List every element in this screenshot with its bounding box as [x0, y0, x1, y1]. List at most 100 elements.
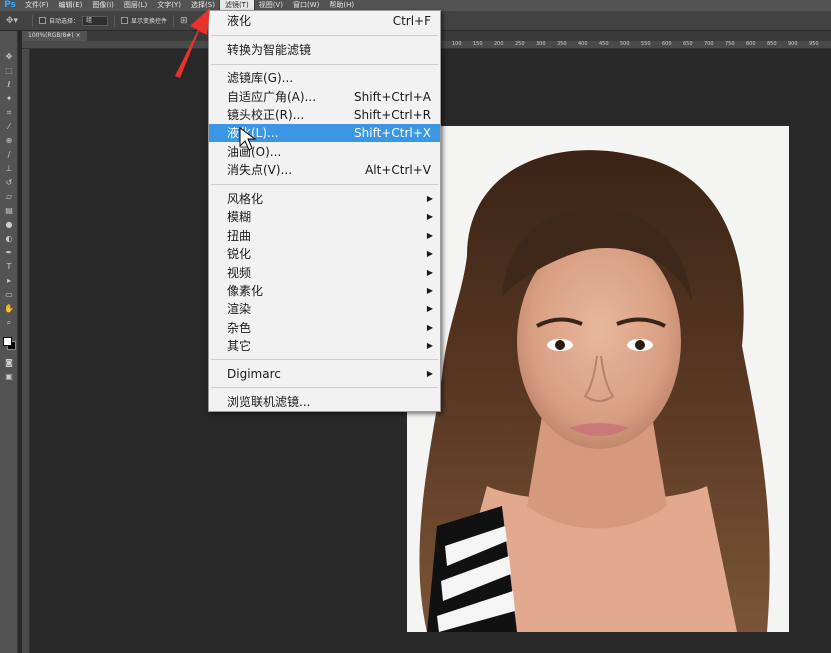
menu-item-noise[interactable]: 杂色 ▶	[209, 319, 440, 337]
options-divider	[173, 14, 175, 27]
healing-brush-icon[interactable]: ⊕	[3, 135, 15, 147]
menu-edit[interactable]: 编辑(E)	[54, 0, 88, 11]
move-tool-preset-icon[interactable]: ✥▾	[6, 15, 26, 27]
screen-mode-icon[interactable]: ▣	[3, 371, 15, 383]
ruler-tick-label: 500	[620, 41, 630, 47]
brush-tool-icon[interactable]: ∕	[3, 149, 15, 161]
document-tab[interactable]: 100%(RGB/8#) ×	[22, 31, 87, 41]
menu-file[interactable]: 文件(F)	[20, 0, 54, 11]
submenu-arrow-icon: ▶	[426, 323, 433, 332]
menu-item-oil-paint[interactable]: 油画(O)...	[209, 143, 440, 161]
menu-item-sharpen[interactable]: 锐化 ▶	[209, 245, 440, 263]
dodge-tool-icon[interactable]: ◐	[3, 233, 15, 245]
path-selection-icon[interactable]: ▸	[3, 275, 15, 287]
menu-item-stylize[interactable]: 风格化 ▶	[209, 190, 440, 208]
menu-separator	[211, 64, 438, 65]
history-brush-icon[interactable]: ↺	[3, 177, 15, 189]
ruler-tick-label: 750	[725, 41, 735, 47]
show-transform-checkbox[interactable]	[121, 17, 129, 24]
marquee-tool-icon[interactable]: ⬚	[3, 65, 15, 77]
submenu-arrow-icon: ▶	[426, 194, 433, 203]
eraser-icon[interactable]: ▱	[3, 191, 15, 203]
menu-type[interactable]: 文字(Y)	[152, 0, 186, 11]
menu-item-distort[interactable]: 扭曲 ▶	[209, 227, 440, 245]
show-transform-group: 显示变换控件	[121, 16, 167, 25]
auto-select-group: 自动选择： 组	[39, 15, 109, 26]
ruler-tick-label: 100	[452, 41, 462, 47]
menu-layer[interactable]: 图层(L)	[119, 0, 152, 11]
ruler-tick-label: 450	[599, 41, 609, 47]
menu-separator	[211, 35, 438, 36]
lasso-tool-icon[interactable]: ℓ	[3, 79, 15, 91]
move-tool-icon[interactable]: ✥	[3, 51, 15, 63]
menu-item-liquify[interactable]: 液化(L)... Shift+Ctrl+X	[209, 124, 440, 142]
auto-select-checkbox[interactable]	[39, 17, 46, 24]
ruler-tick-label: 550	[641, 41, 651, 47]
ruler-tick-label: 950	[809, 41, 819, 47]
ruler-tick-label: 400	[578, 41, 588, 47]
menu-item-video[interactable]: 视频 ▶	[209, 264, 440, 282]
gradient-tool-icon[interactable]: ▤	[3, 205, 15, 217]
ruler-tick-label: 650	[683, 41, 693, 47]
vertical-ruler	[22, 49, 30, 653]
menu-image[interactable]: 图像(I)	[87, 0, 119, 11]
options-divider	[114, 14, 116, 27]
align-icon[interactable]: ⊞	[180, 15, 194, 27]
ps-logo: Ps	[4, 0, 16, 10]
ruler-tick-label: 250	[515, 41, 525, 47]
menu-separator	[211, 184, 438, 185]
submenu-arrow-icon: ▶	[426, 268, 433, 277]
foreground-color-swatch[interactable]	[3, 337, 12, 346]
ruler-tick-label: 150	[473, 41, 483, 47]
options-divider	[32, 14, 33, 27]
menu-item-adaptive-wide-angle[interactable]: 自适应广角(A)... Shift+Ctrl+A	[209, 88, 440, 106]
menu-item-vanishing-point[interactable]: 消失点(V)... Alt+Ctrl+V	[209, 161, 440, 179]
rectangle-tool-icon[interactable]: ▭	[3, 289, 15, 301]
type-tool-icon[interactable]: T	[3, 261, 15, 273]
menu-item-other[interactable]: 其它 ▶	[209, 337, 440, 355]
submenu-arrow-icon: ▶	[426, 249, 433, 258]
pen-tool-icon[interactable]: ✒	[3, 247, 15, 259]
portrait-image	[407, 126, 789, 632]
menu-item-filter-gallery[interactable]: 滤镜库(G)...	[209, 69, 440, 87]
menu-item-digimarc[interactable]: Digimarc ▶	[209, 365, 440, 383]
submenu-arrow-icon: ▶	[426, 212, 433, 221]
menu-item-convert-smart-filter[interactable]: 转换为智能滤镜	[209, 41, 440, 59]
menu-item-pixelate[interactable]: 像素化 ▶	[209, 282, 440, 300]
menu-item-render[interactable]: 渲染 ▶	[209, 300, 440, 318]
magic-wand-icon[interactable]: ✦	[3, 93, 15, 105]
clone-stamp-icon[interactable]: ⊥	[3, 163, 15, 175]
menu-item-blur[interactable]: 模糊 ▶	[209, 208, 440, 226]
tools-panel: ✥ ⬚ ℓ ✦ ⌗ ⁄ ⊕ ∕ ⊥ ↺ ▱ ▤ ● ◐ ✒ T ▸ ▭ ✋ ⌕ …	[0, 31, 18, 653]
ruler-tick-label: 700	[704, 41, 714, 47]
crop-tool-icon[interactable]: ⌗	[3, 107, 15, 119]
submenu-arrow-icon: ▶	[426, 231, 433, 240]
menu-separator	[211, 359, 438, 360]
menu-item-last-filter-liquify[interactable]: 液化 Ctrl+F	[209, 12, 440, 30]
submenu-arrow-icon: ▶	[426, 286, 433, 295]
zoom-tool-icon[interactable]: ⌕	[3, 317, 15, 329]
ruler-tick-label: 800	[746, 41, 756, 47]
auto-select-dropdown[interactable]: 组	[82, 15, 109, 26]
ruler-tick-label: 200	[494, 41, 504, 47]
ruler-tick-label: 900	[788, 41, 798, 47]
submenu-arrow-icon: ▶	[426, 369, 433, 378]
auto-select-label: 自动选择：	[49, 18, 80, 25]
quick-mask-icon[interactable]: ◙	[3, 357, 15, 369]
ruler-tick-label: 600	[662, 41, 672, 47]
blur-tool-icon[interactable]: ●	[3, 219, 15, 231]
menu-separator	[211, 387, 438, 388]
filter-menu-dropdown: 液化 Ctrl+F 转换为智能滤镜 滤镜库(G)... 自适应广角(A)... Sh…	[208, 10, 441, 412]
portrait-photo	[407, 126, 789, 632]
submenu-arrow-icon: ▶	[426, 304, 433, 313]
ruler-tick-label: 850	[767, 41, 777, 47]
eyedropper-icon[interactable]: ⁄	[3, 121, 15, 133]
menu-item-lens-correction[interactable]: 镜头校正(R)... Shift+Ctrl+R	[209, 106, 440, 124]
ruler-tick-label: 350	[557, 41, 567, 47]
ruler-tick-label: 300	[536, 41, 546, 47]
show-transform-label: 显示变换控件	[131, 18, 168, 25]
photoshop-window: Ps 文件(F) 编辑(E) 图像(I) 图层(L) 文字(Y) 选择(S) 滤…	[0, 0, 831, 653]
menu-item-browse-online-filters[interactable]: 浏览联机滤镜...	[209, 393, 440, 411]
hand-tool-icon[interactable]: ✋	[3, 303, 15, 315]
submenu-arrow-icon: ▶	[426, 341, 433, 350]
